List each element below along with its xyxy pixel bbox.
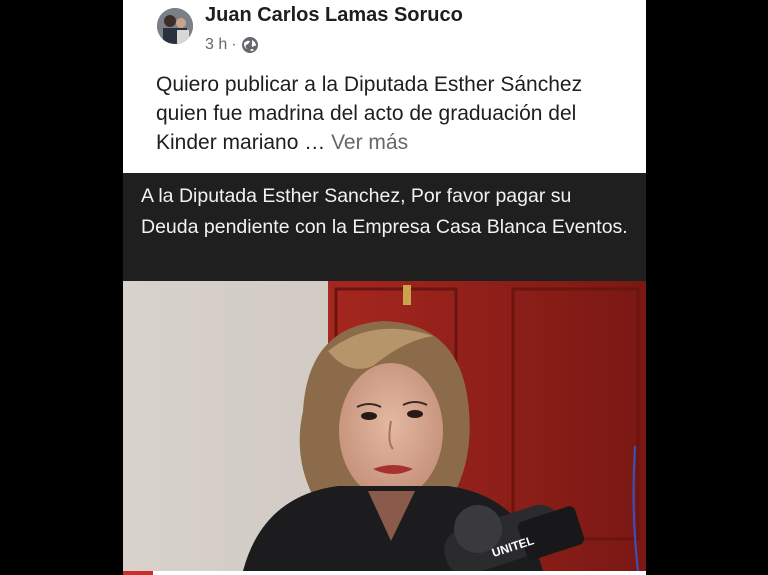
post-photo[interactable]: UNITEL [123,281,646,571]
author-avatar[interactable] [157,8,193,44]
post-meta: 3 h · [205,36,259,54]
meta-separator: · [231,36,237,53]
author-name[interactable]: Juan Carlos Lamas Soruco [205,4,463,27]
globe-icon[interactable] [241,36,259,54]
post-timestamp[interactable]: 3 h [205,36,227,54]
post-text: Quiero publicar a la Diputada Esther Sán… [156,70,626,157]
image-caption: A la Diputada Esther Sanchez, Por favor … [123,173,646,281]
video-progress-indicator [123,571,153,575]
see-more-link[interactable]: Ver más [331,131,408,154]
post-header: Juan Carlos Lamas Soruco 3 h · [123,0,646,64]
facebook-post: Juan Carlos Lamas Soruco 3 h · Quiero pu… [123,0,646,575]
